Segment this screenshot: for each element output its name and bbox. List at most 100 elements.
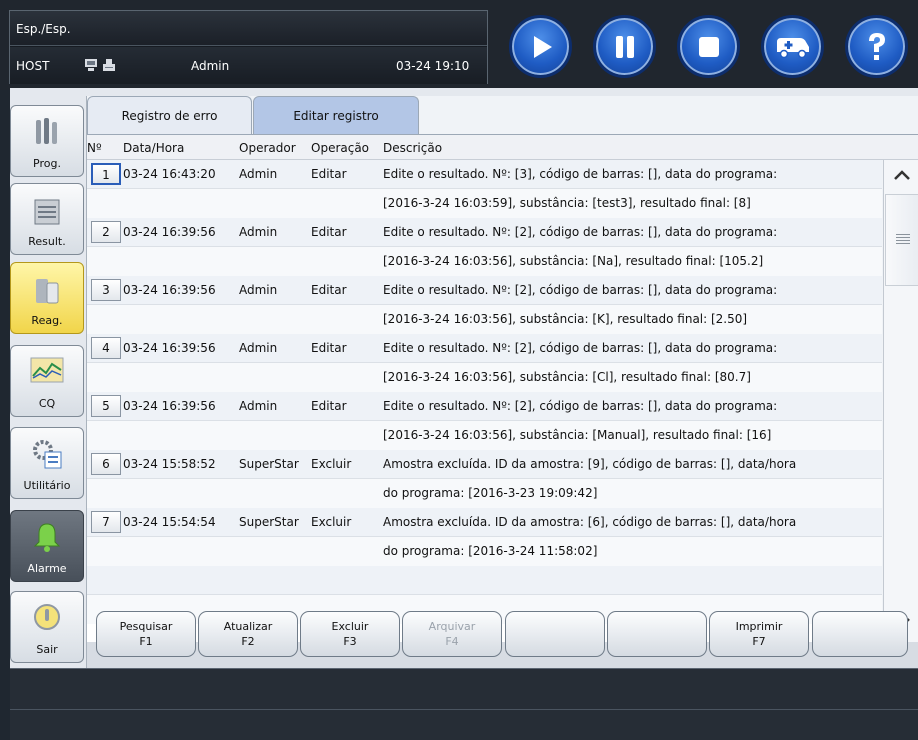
- bell-icon: [32, 521, 62, 556]
- sidebar-item-utilitario[interactable]: Utilitário: [10, 427, 84, 499]
- stop-icon: [698, 36, 719, 57]
- sidebar-item-prog[interactable]: Prog.: [10, 105, 84, 177]
- sidebar-item-alarme[interactable]: Alarme: [10, 510, 84, 582]
- row-operation: Editar: [311, 341, 347, 355]
- row-description-line2: [2016-3-24 16:03:56], substância: [K], r…: [383, 312, 748, 326]
- status-bar: [10, 668, 918, 740]
- power-icon: [32, 602, 62, 635]
- row-number[interactable]: 5: [91, 395, 121, 417]
- row-number[interactable]: 3: [91, 279, 121, 301]
- row-number[interactable]: 7: [91, 511, 121, 533]
- header-bar: Esp./Esp. HOST Admin 03-24 19:10: [0, 0, 918, 90]
- row-operation: Editar: [311, 399, 347, 413]
- empty-button-5[interactable]: [505, 611, 605, 657]
- sidebar-item-label: Reag.: [31, 314, 63, 327]
- refresh-button[interactable]: Atualizar F2: [198, 611, 298, 657]
- empty-button-6[interactable]: [607, 611, 707, 657]
- col-header-operation: Operação: [311, 141, 370, 155]
- row-number[interactable]: 4: [91, 337, 121, 359]
- tab-registro-de-erro[interactable]: Registro de erro: [87, 96, 252, 134]
- emergency-button[interactable]: [761, 15, 824, 78]
- search-button[interactable]: Pesquisar F1: [96, 611, 196, 657]
- help-button[interactable]: [845, 15, 908, 78]
- row-description-line2: [2016-3-24 16:03:56], substância: [Na], …: [383, 254, 764, 268]
- scrollbar-thumb[interactable]: [885, 194, 918, 286]
- sidebar-item-label: Utilitário: [23, 479, 71, 492]
- row-operator: Admin: [239, 225, 278, 239]
- host-label: HOST: [16, 59, 50, 73]
- sidebar-item-label: Sair: [36, 643, 58, 656]
- row-description-line1: Amostra excluída. ID da amostra: [9], có…: [383, 457, 797, 471]
- play-button[interactable]: [509, 15, 572, 78]
- table-row[interactable]: 1 03-24 16:43:20 Admin Editar Edite o re…: [87, 160, 882, 218]
- tab-editar-registro[interactable]: Editar registro: [253, 96, 419, 134]
- vertical-scrollbar[interactable]: [883, 160, 918, 642]
- row-operation: Editar: [311, 225, 347, 239]
- row-number[interactable]: 2: [91, 221, 121, 243]
- sidebar-item-label: CQ: [38, 397, 56, 410]
- row-description-line2: do programa: [2016-3-24 11:58:02]: [383, 544, 598, 558]
- row-datetime: 03-24 16:39:56: [123, 283, 216, 297]
- user-label: Admin: [191, 59, 230, 73]
- row-datetime: 03-24 15:58:52: [123, 457, 216, 471]
- sidebar-item-label: Alarme: [27, 562, 67, 575]
- row-description-line2: do programa: [2016-3-23 19:09:42]: [383, 486, 598, 500]
- row-number[interactable]: 1: [91, 163, 121, 185]
- vials-icon: [32, 116, 62, 153]
- row-description-line2: [2016-3-24 16:03:56], substância: [Cl], …: [383, 370, 751, 384]
- row-number[interactable]: 6: [91, 453, 121, 475]
- pause-icon: [615, 35, 634, 58]
- row-description-line1: Amostra excluída. ID da amostra: [6], có…: [383, 515, 797, 529]
- stop-button[interactable]: [677, 15, 740, 78]
- row-operation: Editar: [311, 167, 347, 181]
- row-datetime: 03-24 16:43:20: [123, 167, 216, 181]
- table-row[interactable]: 7 03-24 15:54:54 SuperStar Excluir Amost…: [87, 508, 882, 566]
- status-panel: Esp./Esp. HOST Admin 03-24 19:10: [9, 10, 488, 84]
- empty-button-8[interactable]: [812, 611, 908, 657]
- reagent-bottles-icon: [32, 273, 62, 310]
- mode-label: Esp./Esp.: [16, 22, 71, 36]
- sidebar-item-sair[interactable]: Sair: [10, 591, 84, 663]
- col-header-operator: Operador: [239, 141, 296, 155]
- row-description-line2: [2016-3-24 16:03:56], substância: [Manua…: [383, 428, 772, 442]
- sidebar: Prog. Result. Reag. CQ Utilitário Alarme: [10, 97, 84, 667]
- printer-report-icon: [32, 194, 62, 231]
- row-operation: Excluir: [311, 457, 352, 471]
- row-datetime: 03-24 16:39:56: [123, 341, 216, 355]
- sidebar-item-label: Result.: [28, 235, 66, 248]
- sidebar-item-reag[interactable]: Reag.: [10, 262, 84, 334]
- table-row[interactable]: 6 03-24 15:58:52 SuperStar Excluir Amost…: [87, 450, 882, 508]
- row-datetime: 03-24 16:39:56: [123, 399, 216, 413]
- sidebar-item-cq[interactable]: CQ: [10, 345, 84, 417]
- table-row[interactable]: 3 03-24 16:39:56 Admin Editar Edite o re…: [87, 276, 882, 334]
- row-operation: Excluir: [311, 515, 352, 529]
- row-operator: Admin: [239, 341, 278, 355]
- row-operator: Admin: [239, 167, 278, 181]
- row-operator: Admin: [239, 399, 278, 413]
- col-header-number: Nº: [87, 141, 102, 155]
- table-row[interactable]: 4 03-24 16:39:56 Admin Editar Edite o re…: [87, 334, 882, 392]
- play-icon: [533, 35, 552, 58]
- col-header-datetime: Data/Hora: [123, 141, 185, 155]
- row-operation: Editar: [311, 283, 347, 297]
- row-operator: Admin: [239, 283, 278, 297]
- row-description-line1: Edite o resultado. Nº: [3], código de ba…: [383, 167, 778, 181]
- ambulance-icon: [776, 37, 809, 58]
- table-row[interactable]: 2 03-24 16:39:56 Admin Editar Edite o re…: [87, 218, 882, 276]
- print-button[interactable]: Imprimir F7: [709, 611, 809, 657]
- log-table: 1 03-24 16:43:20 Admin Editar Edite o re…: [87, 160, 882, 642]
- pause-button[interactable]: [593, 15, 656, 78]
- archive-button[interactable]: Arquivar F4: [402, 611, 502, 657]
- row-description-line1: Edite o resultado. Nº: [2], código de ba…: [383, 225, 778, 239]
- printer-icon: [102, 58, 116, 72]
- log-panel: Registro de erro Editar registro Nº Data…: [86, 96, 918, 668]
- table-row[interactable]: 5 03-24 16:39:56 Admin Editar Edite o re…: [87, 392, 882, 450]
- col-header-description: Descrição: [383, 141, 443, 155]
- row-description-line1: Edite o resultado. Nº: [2], código de ba…: [383, 341, 778, 355]
- sidebar-item-result[interactable]: Result.: [10, 183, 84, 255]
- delete-button[interactable]: Excluir F3: [300, 611, 400, 657]
- row-datetime: 03-24 15:54:54: [123, 515, 216, 529]
- gear-icon: [31, 438, 63, 473]
- row-operator: SuperStar: [239, 457, 299, 471]
- clock-label: 03-24 19:10: [396, 59, 470, 73]
